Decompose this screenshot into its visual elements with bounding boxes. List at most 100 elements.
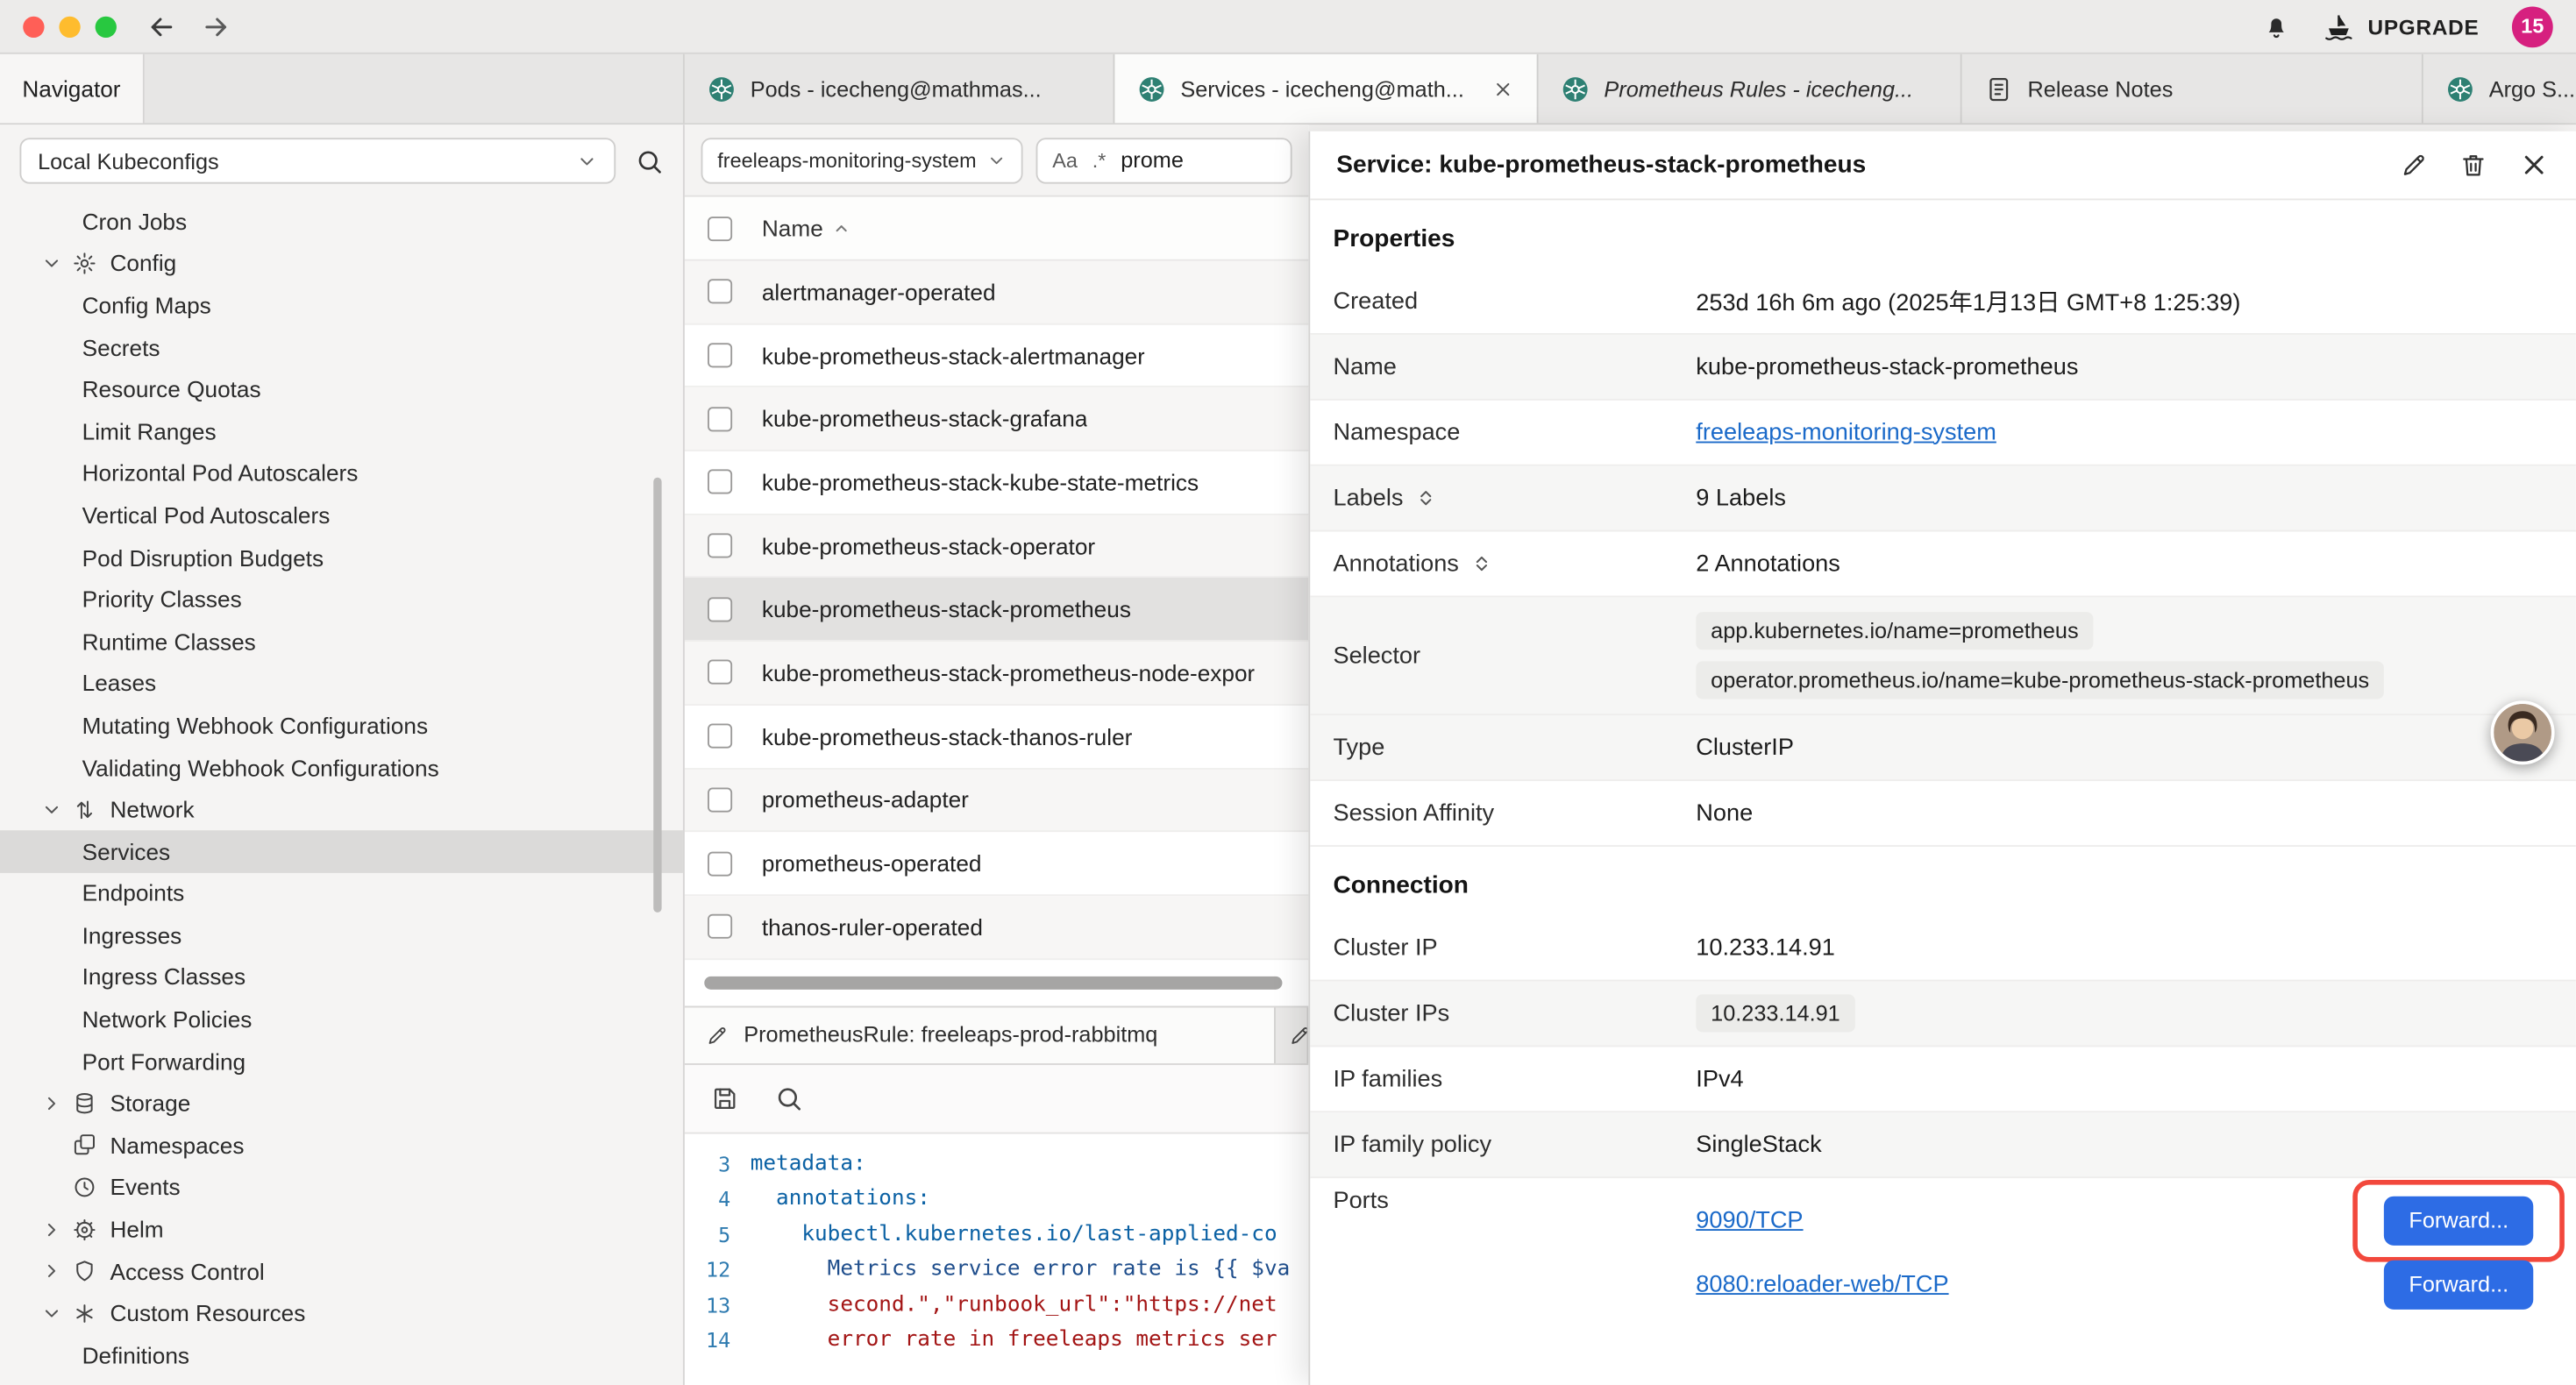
forward-icon[interactable] — [200, 11, 231, 42]
row-checkbox[interactable] — [708, 787, 732, 812]
match-case-toggle[interactable]: Aa — [1052, 148, 1078, 171]
port-link[interactable]: 8080:reloader-web/TCP — [1696, 1271, 1948, 1297]
sidebar-item-ingresses[interactable]: Ingresses — [0, 914, 683, 956]
sidebar-item-port-forwarding[interactable]: Port Forwarding — [0, 1041, 683, 1083]
sidebar-item-namespaces[interactable]: Namespaces — [0, 1124, 683, 1166]
close-window-button[interactable] — [23, 16, 44, 37]
horizontal-scrollbar-thumb[interactable] — [704, 976, 1282, 989]
table-row-kube-prometheus-stack-prometheus-node-expor[interactable]: kube-prometheus-stack-prometheus-node-ex… — [685, 642, 1309, 705]
sidebar-item-vertical-pod-autoscalers[interactable]: Vertical Pod Autoscalers — [0, 494, 683, 536]
regex-toggle[interactable]: .* — [1092, 148, 1107, 171]
detail-row-type: TypeClusterIP — [1310, 715, 2576, 781]
editor-tab-prometheusrule[interactable]: PrometheusRule: freeleaps-prod-rabbitmq — [685, 1007, 1276, 1063]
table-row-kube-prometheus-stack-thanos-ruler[interactable]: kube-prometheus-stack-thanos-ruler — [685, 706, 1309, 769]
table-row-alertmanager-operated[interactable]: alertmanager-operated — [685, 261, 1309, 324]
namespace-link[interactable]: freeleaps-monitoring-system — [1696, 419, 1996, 445]
sidebar-item-resource-quotas[interactable]: Resource Quotas — [0, 368, 683, 410]
sidebar-item-priority-classes[interactable]: Priority Classes — [0, 579, 683, 621]
sidebar-item-config[interactable]: Config — [0, 242, 683, 284]
sidebar-item-label: Network Policies — [82, 1006, 253, 1033]
delete-icon[interactable] — [2459, 151, 2487, 179]
row-checkbox[interactable] — [708, 343, 732, 367]
minimize-window-button[interactable] — [59, 16, 80, 37]
row-checkbox[interactable] — [708, 914, 732, 939]
sidebar-item-label: Pod Disruption Budgets — [82, 544, 324, 571]
search-icon[interactable] — [636, 147, 664, 175]
sidebar-item-network-policies[interactable]: Network Policies — [0, 998, 683, 1041]
sidebar-item-mutating-webhook-configurations[interactable]: Mutating Webhook Configurations — [0, 704, 683, 746]
sidebar-item-runtime-classes[interactable]: Runtime Classes — [0, 620, 683, 662]
x-icon[interactable] — [1492, 78, 1513, 99]
table-row-kube-prometheus-stack-prometheus[interactable]: kube-prometheus-stack-prometheus — [685, 579, 1309, 642]
bell-icon[interactable] — [2263, 12, 2291, 40]
upgrade-button[interactable]: UPGRADE — [2323, 11, 2480, 42]
kubeconfig-selector[interactable]: Local Kubeconfigs — [19, 138, 616, 183]
row-checkbox[interactable] — [708, 660, 732, 685]
row-checkbox[interactable] — [708, 280, 732, 304]
sidebar-item-limit-ranges[interactable]: Limit Ranges — [0, 410, 683, 452]
namespace-selector[interactable]: freeleaps-monitoring-system — [701, 137, 1023, 182]
sort-ascending-icon[interactable] — [831, 217, 852, 238]
sidebar-item-events[interactable]: Events — [0, 1166, 683, 1208]
webcam-avatar[interactable] — [2491, 700, 2555, 764]
row-checkbox[interactable] — [708, 597, 732, 621]
name-column-header[interactable]: Name — [762, 215, 823, 241]
row-checkbox[interactable] — [708, 851, 732, 876]
tab-argo-s[interactable]: Argo S... — [2423, 54, 2576, 124]
table-row-prometheus-adapter[interactable]: prometheus-adapter — [685, 769, 1309, 832]
row-checkbox[interactable] — [708, 407, 732, 431]
select-all-checkbox[interactable] — [708, 216, 732, 240]
sidebar-item-network[interactable]: Network — [0, 788, 683, 830]
forward-button[interactable]: Forward... — [2384, 1196, 2533, 1245]
table-row-kube-prometheus-stack-kube-state-metrics[interactable]: kube-prometheus-stack-kube-state-metrics — [685, 451, 1309, 515]
sidebar-item-leases[interactable]: Leases — [0, 662, 683, 704]
sidebar-scrollbar[interactable] — [653, 478, 661, 913]
sidebar-item-definitions[interactable]: Definitions — [0, 1334, 683, 1376]
table-row-prometheus-operated[interactable]: prometheus-operated — [685, 832, 1309, 895]
sidebar-item-services[interactable]: Services — [0, 830, 683, 872]
tab-services-icecheng-math[interactable]: Services - icecheng@math... — [1114, 54, 1538, 124]
sidebar-item-custom-resources[interactable]: Custom Resources — [0, 1292, 683, 1334]
edit-icon[interactable] — [2401, 151, 2429, 179]
sidebar-item-cron-jobs[interactable]: Cron Jobs — [0, 200, 683, 242]
resource-search-input[interactable]: Aa .* prome — [1036, 137, 1292, 182]
chevron-down-icon — [576, 150, 597, 171]
tab-prometheus-rules-icecheng[interactable]: Prometheus Rules - icecheng... — [1539, 54, 1962, 124]
editor-search-icon[interactable] — [775, 1084, 803, 1112]
table-row-thanos-ruler-operated[interactable]: thanos-ruler-operated — [685, 896, 1309, 959]
row-checkbox[interactable] — [708, 724, 732, 749]
sidebar-item-helm[interactable]: Helm — [0, 1208, 683, 1250]
tab-pods-icecheng-mathmas[interactable]: Pods - icecheng@mathmas... — [685, 54, 1115, 124]
row-checkbox[interactable] — [708, 470, 732, 494]
expander-icon[interactable] — [1470, 553, 1491, 574]
table-row-kube-prometheus-stack-alertmanager[interactable]: kube-prometheus-stack-alertmanager — [685, 324, 1309, 387]
editor-tab-partial[interactable] — [1276, 1007, 1308, 1063]
notification-badge[interactable]: 15 — [2512, 6, 2553, 47]
editor-tab-label: PrometheusRule: freeleaps-prod-rabbitmq — [744, 1022, 1157, 1047]
back-icon[interactable] — [146, 11, 178, 42]
table-row-kube-prometheus-stack-operator[interactable]: kube-prometheus-stack-operator — [685, 515, 1309, 578]
tab-release-notes[interactable]: Release Notes — [1962, 54, 2423, 124]
sidebar-item-validating-webhook-configurations[interactable]: Validating Webhook Configurations — [0, 746, 683, 788]
table-row-kube-prometheus-stack-grafana[interactable]: kube-prometheus-stack-grafana — [685, 387, 1309, 451]
sidebar-item-horizontal-pod-autoscalers[interactable]: Horizontal Pod Autoscalers — [0, 452, 683, 494]
save-icon[interactable] — [711, 1084, 739, 1112]
port-link[interactable]: 9090/TCP — [1696, 1207, 1803, 1233]
sidebar-item-pod-disruption-budgets[interactable]: Pod Disruption Budgets — [0, 536, 683, 579]
forward-button[interactable]: Forward... — [2384, 1260, 2533, 1309]
navigator-tab[interactable]: Navigator — [0, 54, 145, 124]
close-icon[interactable] — [2518, 149, 2550, 181]
service-name: thanos-ruler-operated — [762, 913, 983, 940]
sidebar-item-ingress-classes[interactable]: Ingress Classes — [0, 956, 683, 998]
sidebar-item-access-control[interactable]: Access Control — [0, 1250, 683, 1292]
detail-value: 10.233.14.91 — [1696, 934, 1835, 961]
expander-icon[interactable] — [1415, 487, 1436, 508]
row-checkbox[interactable] — [708, 534, 732, 558]
sidebar-item-secrets[interactable]: Secrets — [0, 326, 683, 368]
sidebar-item-storage[interactable]: Storage — [0, 1083, 683, 1125]
sidebar-item-endpoints[interactable]: Endpoints — [0, 872, 683, 914]
sidebar-item-label: Runtime Classes — [82, 628, 256, 654]
sidebar-item-config-maps[interactable]: Config Maps — [0, 284, 683, 326]
maximize-window-button[interactable] — [96, 16, 117, 37]
yaml-editor[interactable]: 3metadata:4 annotations:5 kubectl.kubern… — [685, 1133, 1309, 1385]
